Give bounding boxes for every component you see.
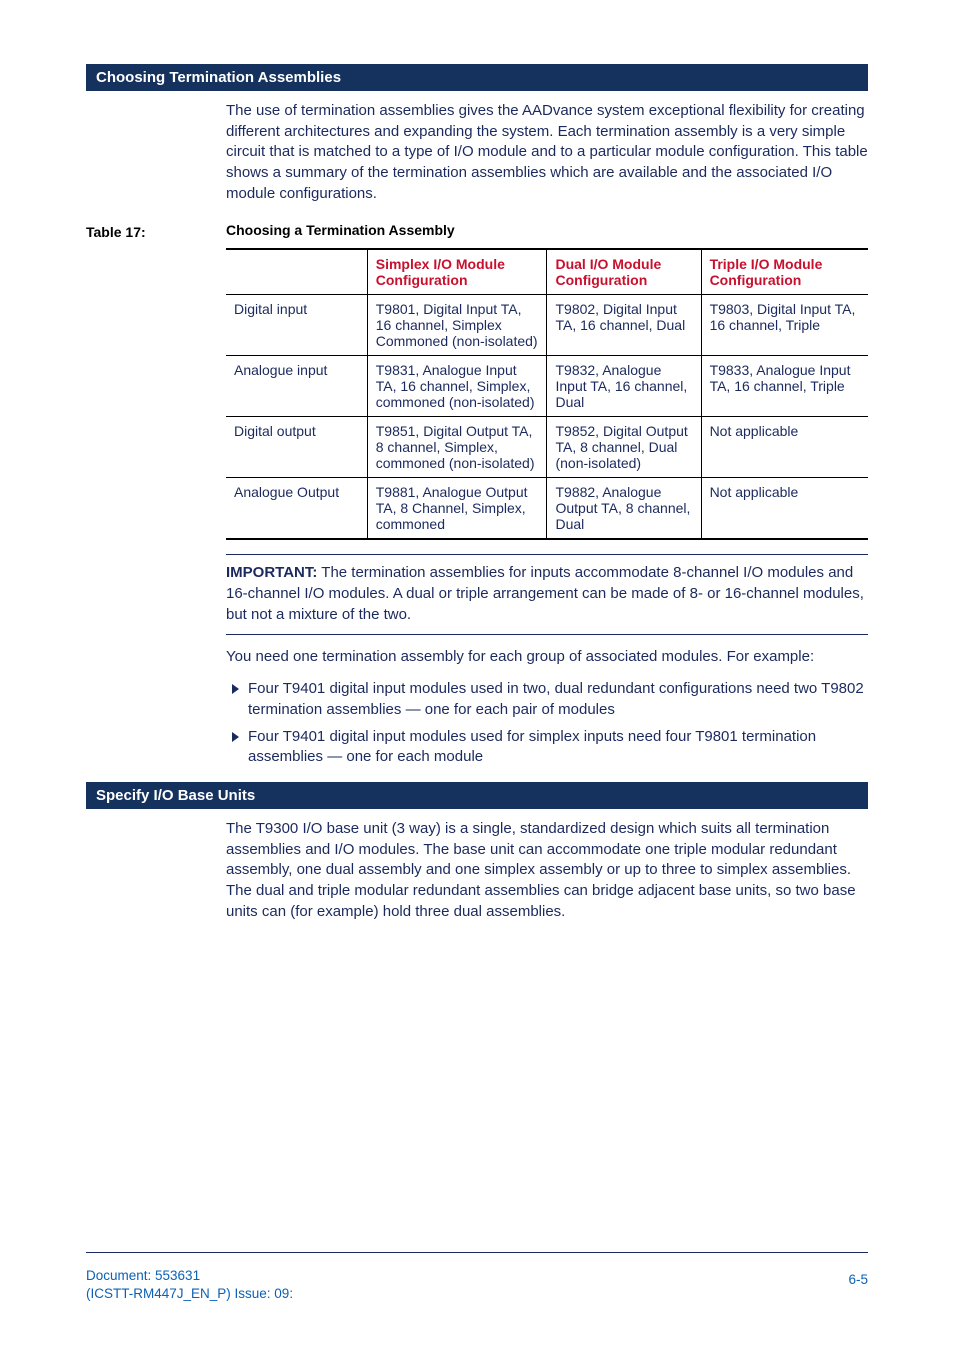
- cell: T9852, Digital Output TA, 8 channel, Dua…: [547, 417, 701, 478]
- cell: Digital output: [226, 417, 367, 478]
- important-label: IMPORTANT:: [226, 564, 317, 581]
- cell: T9832, Analogue Input TA, 16 channel, Du…: [547, 356, 701, 417]
- after-important-para: You need one termination assembly for ea…: [226, 647, 868, 668]
- cell: Analogue Output: [226, 478, 367, 540]
- after-important-body: You need one termination assembly for ea…: [226, 647, 868, 768]
- section1-para: The use of termination assemblies gives …: [226, 101, 868, 204]
- footer-line2: (ICSTT-RM447J_EN_P) Issue: 09:: [86, 1286, 293, 1301]
- table-row: Analogue Output T9881, Analogue Output T…: [226, 478, 868, 540]
- th-simplex: Simplex I/O Module Configuration: [367, 249, 547, 295]
- section2-body: The T9300 I/O base unit (3 way) is a sin…: [226, 819, 868, 922]
- footer-divider: [86, 1252, 868, 1253]
- table-row: Digital output T9851, Digital Output TA,…: [226, 417, 868, 478]
- page-number: 6-5: [848, 1272, 868, 1287]
- cell: Digital input: [226, 295, 367, 356]
- section1-body: The use of termination assemblies gives …: [226, 101, 868, 204]
- table-row: Analogue input T9831, Analogue Input TA,…: [226, 356, 868, 417]
- list-item: Four T9401 digital input modules used in…: [226, 679, 868, 720]
- table-row: Digital input T9801, Digital Input TA, 1…: [226, 295, 868, 356]
- th-triple: Triple I/O Module Configuration: [701, 249, 868, 295]
- section-heading-choosing: Choosing Termination Assemblies: [86, 64, 868, 91]
- list-item: Four T9401 digital input modules used fo…: [226, 727, 868, 768]
- cell: Analogue input: [226, 356, 367, 417]
- cell: T9833, Analogue Input TA, 16 channel, Tr…: [701, 356, 868, 417]
- cell: Not applicable: [701, 417, 868, 478]
- cell: T9881, Analogue Output TA, 8 Channel, Si…: [367, 478, 547, 540]
- important-text: The termination assemblies for inputs ac…: [226, 564, 864, 622]
- cell: T9882, Analogue Output TA, 8 channel, Du…: [547, 478, 701, 540]
- footer-line1: Document: 553631: [86, 1268, 200, 1283]
- cell: T9802, Digital Input TA, 16 channel, Dua…: [547, 295, 701, 356]
- cell: T9801, Digital Input TA, 16 channel, Sim…: [367, 295, 547, 356]
- section-heading-specify: Specify I/O Base Units: [86, 782, 868, 809]
- termination-assembly-table: Simplex I/O Module Configuration Dual I/…: [226, 248, 868, 540]
- cell: Not applicable: [701, 478, 868, 540]
- table-header-row: Simplex I/O Module Configuration Dual I/…: [226, 249, 868, 295]
- section2-para: The T9300 I/O base unit (3 way) is a sin…: [226, 819, 868, 922]
- footer-text: Document: 553631 (ICSTT-RM447J_EN_P) Iss…: [86, 1267, 293, 1303]
- bullet-list: Four T9401 digital input modules used in…: [226, 679, 868, 768]
- cell: T9803, Digital Input TA, 16 channel, Tri…: [701, 295, 868, 356]
- th-dual: Dual I/O Module Configuration: [547, 249, 701, 295]
- important-note: IMPORTANT: The termination assemblies fo…: [226, 554, 868, 634]
- cell: T9831, Analogue Input TA, 16 channel, Si…: [367, 356, 547, 417]
- cell: T9851, Digital Output TA, 8 channel, Sim…: [367, 417, 547, 478]
- th-blank: [226, 249, 367, 295]
- table-17-caption: Choosing a Termination Assembly: [226, 222, 455, 238]
- table-17-label: Table 17:: [86, 222, 226, 240]
